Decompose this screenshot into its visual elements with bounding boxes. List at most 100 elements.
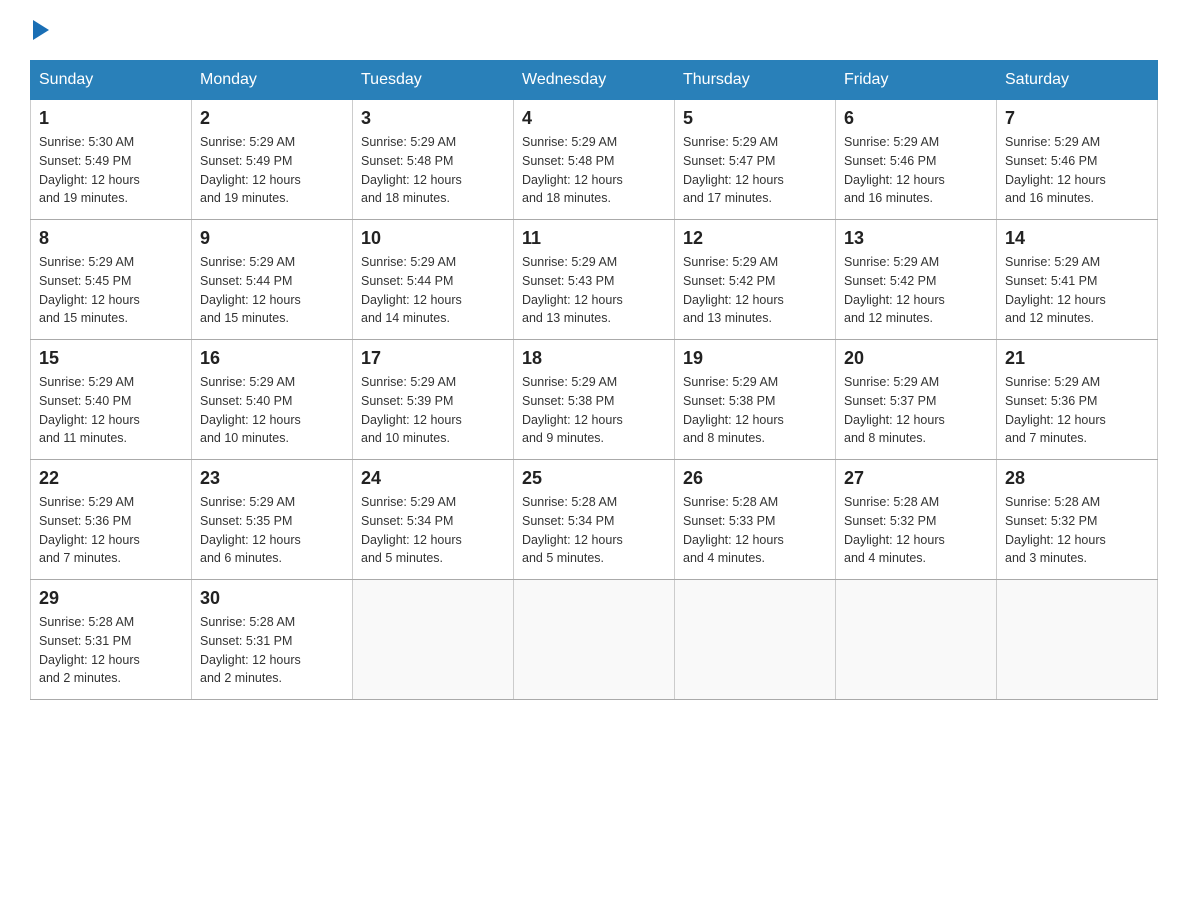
calendar-cell: 25Sunrise: 5:28 AMSunset: 5:34 PMDayligh… [514,460,675,580]
logo-triangle-icon [33,20,49,40]
day-number: 7 [1005,108,1149,129]
calendar-cell: 4 Sunrise: 5:29 AMSunset: 5:48 PMDaylight… [514,100,675,220]
calendar-cell: 18 Sunrise: 5:29 AMSunset: 5:38 PMDayligh… [514,340,675,460]
calendar-cell: 11 Sunrise: 5:29 AMSunset: 5:43 PMDayligh… [514,220,675,340]
calendar-cell: 5 Sunrise: 5:29 AMSunset: 5:47 PMDaylight… [675,100,836,220]
day-number: 10 [361,228,505,249]
day-info: Sunrise: 5:28 AMSunset: 5:32 PMDaylight:… [844,493,988,568]
day-number: 18 [522,348,666,369]
day-info: Sunrise: 5:29 AMSunset: 5:40 PMDaylight:… [200,373,344,448]
calendar-cell: 8 Sunrise: 5:29 AMSunset: 5:45 PMDaylight… [31,220,192,340]
logo-blue-part [30,20,49,40]
calendar-cell: 23 Sunrise: 5:29 AMSunset: 5:35 PMDayligh… [192,460,353,580]
calendar-cell: 6 Sunrise: 5:29 AMSunset: 5:46 PMDaylight… [836,100,997,220]
day-number: 24 [361,468,505,489]
header-saturday: Saturday [997,61,1158,100]
day-info: Sunrise: 5:29 AMSunset: 5:47 PMDaylight:… [683,133,827,208]
day-number: 19 [683,348,827,369]
calendar-cell [997,580,1158,700]
day-number: 4 [522,108,666,129]
day-number: 16 [200,348,344,369]
calendar-table: SundayMondayTuesdayWednesdayThursdayFrid… [30,60,1158,700]
calendar-cell: 13 Sunrise: 5:29 AMSunset: 5:42 PMDayligh… [836,220,997,340]
day-number: 11 [522,228,666,249]
calendar-cell: 27 Sunrise: 5:28 AMSunset: 5:32 PMDayligh… [836,460,997,580]
day-info: Sunrise: 5:29 AMSunset: 5:48 PMDaylight:… [361,133,505,208]
header-friday: Friday [836,61,997,100]
calendar-cell: 22Sunrise: 5:29 AMSunset: 5:36 PMDayligh… [31,460,192,580]
calendar-cell: 17 Sunrise: 5:29 AMSunset: 5:39 PMDayligh… [353,340,514,460]
calendar-cell [675,580,836,700]
day-info: Sunrise: 5:29 AMSunset: 5:38 PMDaylight:… [683,373,827,448]
calendar-cell: 21 Sunrise: 5:29 AMSunset: 5:36 PMDayligh… [997,340,1158,460]
week-row-3: 15 Sunrise: 5:29 AMSunset: 5:40 PMDayligh… [31,340,1158,460]
day-info: Sunrise: 5:29 AMSunset: 5:45 PMDaylight:… [39,253,183,328]
calendar-cell: 12Sunrise: 5:29 AMSunset: 5:42 PMDayligh… [675,220,836,340]
day-number: 3 [361,108,505,129]
calendar-cell: 1 Sunrise: 5:30 AMSunset: 5:49 PMDaylight… [31,100,192,220]
day-info: Sunrise: 5:29 AMSunset: 5:46 PMDaylight:… [1005,133,1149,208]
header-sunday: Sunday [31,61,192,100]
day-number: 27 [844,468,988,489]
day-info: Sunrise: 5:29 AMSunset: 5:38 PMDaylight:… [522,373,666,448]
day-info: Sunrise: 5:29 AMSunset: 5:36 PMDaylight:… [1005,373,1149,448]
day-info: Sunrise: 5:29 AMSunset: 5:44 PMDaylight:… [200,253,344,328]
calendar-header: SundayMondayTuesdayWednesdayThursdayFrid… [31,61,1158,100]
day-info: Sunrise: 5:29 AMSunset: 5:36 PMDaylight:… [39,493,183,568]
day-info: Sunrise: 5:28 AMSunset: 5:32 PMDaylight:… [1005,493,1149,568]
calendar-cell: 30 Sunrise: 5:28 AMSunset: 5:31 PMDayligh… [192,580,353,700]
calendar-cell: 3 Sunrise: 5:29 AMSunset: 5:48 PMDaylight… [353,100,514,220]
day-number: 9 [200,228,344,249]
day-number: 21 [1005,348,1149,369]
day-info: Sunrise: 5:29 AMSunset: 5:35 PMDaylight:… [200,493,344,568]
calendar-cell: 19 Sunrise: 5:29 AMSunset: 5:38 PMDayligh… [675,340,836,460]
week-row-1: 1 Sunrise: 5:30 AMSunset: 5:49 PMDaylight… [31,100,1158,220]
day-info: Sunrise: 5:29 AMSunset: 5:42 PMDaylight:… [683,253,827,328]
calendar-cell: 2Sunrise: 5:29 AMSunset: 5:49 PMDaylight… [192,100,353,220]
day-number: 5 [683,108,827,129]
day-number: 8 [39,228,183,249]
calendar-cell: 29 Sunrise: 5:28 AMSunset: 5:31 PMDayligh… [31,580,192,700]
day-number: 29 [39,588,183,609]
header-thursday: Thursday [675,61,836,100]
day-info: Sunrise: 5:28 AMSunset: 5:33 PMDaylight:… [683,493,827,568]
day-info: Sunrise: 5:29 AMSunset: 5:39 PMDaylight:… [361,373,505,448]
day-number: 17 [361,348,505,369]
day-number: 6 [844,108,988,129]
calendar-cell: 10Sunrise: 5:29 AMSunset: 5:44 PMDayligh… [353,220,514,340]
logo [30,20,49,40]
day-info: Sunrise: 5:29 AMSunset: 5:48 PMDaylight:… [522,133,666,208]
header-monday: Monday [192,61,353,100]
day-info: Sunrise: 5:28 AMSunset: 5:34 PMDaylight:… [522,493,666,568]
day-number: 26 [683,468,827,489]
day-number: 15 [39,348,183,369]
header-wednesday: Wednesday [514,61,675,100]
day-info: Sunrise: 5:29 AMSunset: 5:46 PMDaylight:… [844,133,988,208]
calendar-cell: 26 Sunrise: 5:28 AMSunset: 5:33 PMDayligh… [675,460,836,580]
day-info: Sunrise: 5:28 AMSunset: 5:31 PMDaylight:… [39,613,183,688]
calendar-cell [353,580,514,700]
day-number: 13 [844,228,988,249]
day-number: 14 [1005,228,1149,249]
calendar-cell: 24 Sunrise: 5:29 AMSunset: 5:34 PMDayligh… [353,460,514,580]
calendar-cell: 14Sunrise: 5:29 AMSunset: 5:41 PMDayligh… [997,220,1158,340]
calendar-cell [836,580,997,700]
calendar-body: 1 Sunrise: 5:30 AMSunset: 5:49 PMDaylight… [31,100,1158,700]
day-info: Sunrise: 5:29 AMSunset: 5:40 PMDaylight:… [39,373,183,448]
calendar-cell [514,580,675,700]
week-row-2: 8 Sunrise: 5:29 AMSunset: 5:45 PMDaylight… [31,220,1158,340]
day-info: Sunrise: 5:29 AMSunset: 5:43 PMDaylight:… [522,253,666,328]
day-number: 28 [1005,468,1149,489]
day-number: 2 [200,108,344,129]
day-number: 1 [39,108,183,129]
day-info: Sunrise: 5:28 AMSunset: 5:31 PMDaylight:… [200,613,344,688]
day-number: 23 [200,468,344,489]
calendar-cell: 28 Sunrise: 5:28 AMSunset: 5:32 PMDayligh… [997,460,1158,580]
day-info: Sunrise: 5:29 AMSunset: 5:42 PMDaylight:… [844,253,988,328]
day-number: 30 [200,588,344,609]
calendar-cell: 9 Sunrise: 5:29 AMSunset: 5:44 PMDaylight… [192,220,353,340]
day-info: Sunrise: 5:29 AMSunset: 5:34 PMDaylight:… [361,493,505,568]
calendar-cell: 16 Sunrise: 5:29 AMSunset: 5:40 PMDayligh… [192,340,353,460]
page-header [30,20,1158,40]
day-info: Sunrise: 5:30 AMSunset: 5:49 PMDaylight:… [39,133,183,208]
